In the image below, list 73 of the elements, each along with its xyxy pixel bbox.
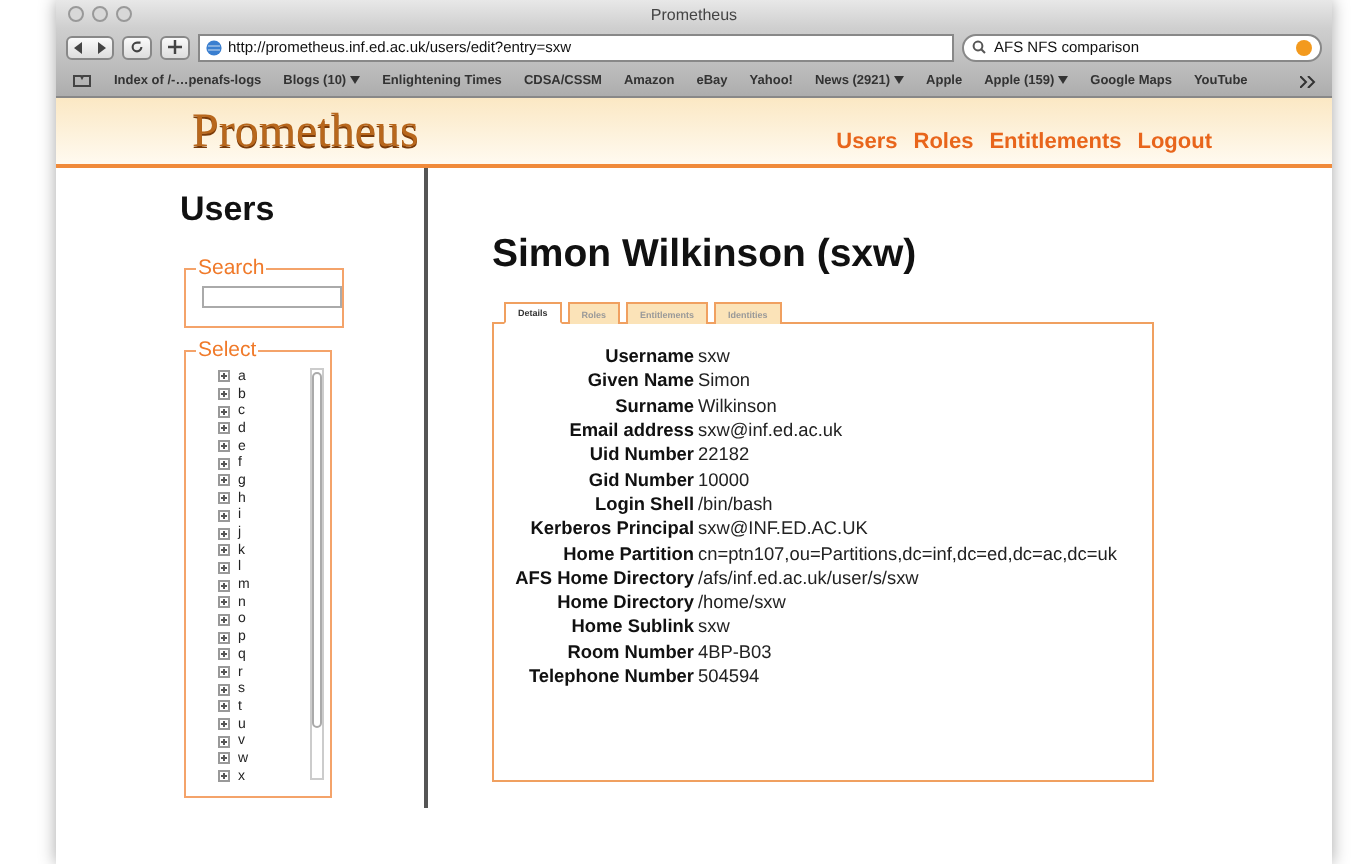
field-label: Username	[603, 346, 694, 367]
plus-box-icon[interactable]	[218, 579, 230, 592]
field-value: 10000	[698, 469, 750, 490]
add-bookmark-button[interactable]	[160, 35, 190, 59]
field-value: Simon	[698, 370, 751, 391]
window-title: Prometheus	[650, 5, 738, 23]
panel-legend: Select	[196, 338, 259, 362]
plus-box-icon[interactable]	[218, 700, 230, 713]
field-label: Telephone Number	[526, 666, 694, 686]
field-value: 504594	[698, 666, 760, 686]
book-icon[interactable]	[72, 74, 92, 88]
plus-box-icon[interactable]	[218, 561, 230, 574]
plus-box-icon[interactable]	[218, 648, 230, 661]
field-label: Gid Number	[586, 469, 694, 490]
field-label: Room Number	[565, 641, 694, 662]
field-label: Home Sublink	[569, 616, 694, 637]
field-value: cn=ptn107,ou=Partitions,dc=inf,dc=ed,dc=ac,dc=uk	[698, 543, 1117, 564]
panel-legend: Search	[196, 256, 267, 280]
plus-box-icon[interactable]	[218, 596, 230, 609]
page-heading: Users	[180, 190, 277, 230]
search-icon	[972, 40, 988, 54]
more-chevron-icon[interactable]	[1300, 75, 1316, 87]
plus-box-icon[interactable]	[218, 527, 230, 540]
field-value: Wilkinson	[698, 395, 777, 416]
globe-icon	[206, 39, 222, 55]
plus-box-icon[interactable]	[218, 718, 230, 731]
field-value: 4BP-B03	[698, 641, 772, 662]
plus-box-icon[interactable]	[218, 405, 230, 418]
site-logo[interactable]: Prometheus	[192, 104, 419, 160]
reload-icon	[130, 40, 144, 54]
plus-box-icon[interactable]	[218, 683, 230, 696]
plus-box-icon[interactable]	[218, 370, 230, 383]
field-value: /home/sxw	[698, 592, 786, 613]
field-label: Given Name	[585, 370, 694, 391]
field-label: Kerberos Principal	[528, 518, 694, 539]
field-label: Login Shell	[592, 493, 694, 514]
field-label: AFS Home Directory	[513, 567, 694, 588]
plus-box-icon[interactable]	[218, 770, 230, 783]
back-forward-button[interactable]	[66, 35, 114, 59]
caret-icon	[350, 76, 361, 84]
scrollbar[interactable]	[310, 368, 324, 780]
plus-box-icon[interactable]	[218, 474, 230, 487]
plus-box-icon[interactable]	[218, 631, 230, 644]
field-label: Uid Number	[587, 444, 694, 465]
field-value: sxw@INF.ED.AC.UK	[698, 518, 868, 539]
plus-box-icon[interactable]	[218, 735, 230, 748]
plus-box-icon[interactable]	[218, 509, 230, 522]
plus-box-icon[interactable]	[218, 422, 230, 435]
back-forward-icon	[74, 41, 106, 53]
plus-box-icon[interactable]	[218, 492, 230, 505]
field-value: /afs/inf.ed.ac.uk/user/s/sxw	[698, 567, 919, 588]
caret-icon	[1058, 76, 1069, 84]
plus-box-icon[interactable]	[218, 457, 230, 470]
field-label: Home Directory	[555, 592, 694, 613]
user-heading: Simon Wilkinson (sxw)	[492, 232, 919, 278]
plus-box-icon[interactable]	[218, 613, 230, 626]
plus-box-icon[interactable]	[218, 440, 230, 453]
plus-box-icon[interactable]	[218, 666, 230, 679]
field-label: Home Partition	[561, 543, 694, 564]
field-value: 22182	[698, 444, 750, 465]
field-value: /bin/bash	[698, 493, 773, 514]
plus-box-icon[interactable]	[218, 752, 230, 765]
field-value: sxw@inf.ed.ac.uk	[698, 420, 843, 441]
field-label: Email address	[567, 420, 694, 441]
search-input[interactable]	[202, 286, 342, 308]
plus-box-icon[interactable]	[218, 388, 230, 401]
reload-button[interactable]	[122, 35, 152, 59]
caret-icon	[894, 76, 905, 84]
field-label: Surname	[613, 395, 694, 416]
field-value: sxw	[698, 616, 730, 637]
plus-icon	[168, 40, 182, 54]
plus-box-icon[interactable]	[218, 544, 230, 557]
field-value: sxw	[698, 346, 730, 367]
